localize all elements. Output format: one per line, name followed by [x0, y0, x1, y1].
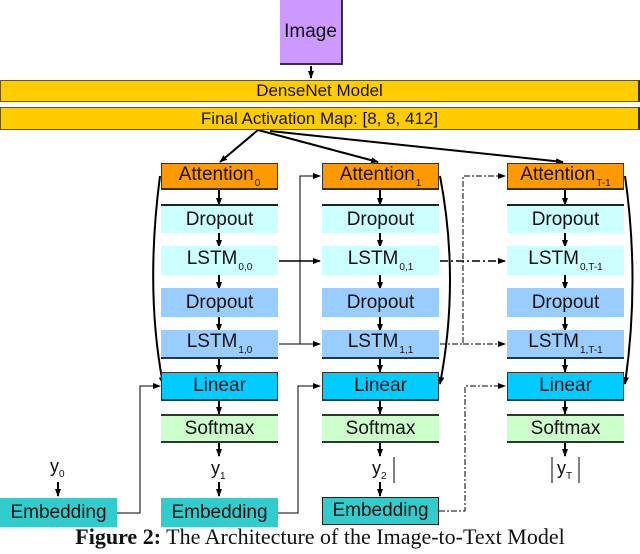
attention-t-to-linear-curve — [623, 175, 634, 385]
embedding-2-label: Embedding — [332, 500, 429, 521]
embedding-1-to-linear-1 — [277, 383, 321, 514]
lstm-1-t-box: LSTM1,T-1 — [507, 330, 624, 359]
softmax-1-label: Softmax — [345, 417, 416, 439]
lstm-1-0-box: LSTM1,0 — [161, 330, 278, 359]
linear-1-box: Linear — [322, 372, 439, 401]
dropout-0-0-box: Dropout — [161, 204, 278, 233]
linear-t-label: Linear — [539, 375, 592, 396]
densenet-model-bar: DenseNet Model — [0, 80, 640, 102]
softmax-0-box: Softmax — [161, 414, 278, 443]
lstm-0-0-label: LSTM0,0 — [186, 248, 253, 273]
densenet-model-label: DenseNet Model — [256, 81, 383, 100]
arrow-map-to-attention-1 — [257, 129, 379, 164]
dropout-1-0-label: Dropout — [185, 291, 254, 313]
lstm-0-1-label: LSTM0,1 — [347, 248, 414, 273]
softmax-0-label: Softmax — [184, 417, 255, 439]
lstm-1-t-label: LSTM1,T-1 — [528, 331, 603, 356]
dropout-1-1-label: Dropout — [346, 291, 415, 313]
dropout-0-1-box: Dropout — [322, 204, 439, 233]
lstm-1-0-to-attention-1 — [279, 173, 321, 345]
linear-t-box: Linear — [507, 372, 624, 401]
linear-0-label: Linear — [193, 375, 246, 396]
activation-map-label: Final Activation Map: [8, 8, 412] — [200, 108, 439, 128]
figure-caption-prefix: Figure 2: — [75, 524, 162, 549]
embedding-0-to-linear-0 — [117, 383, 161, 514]
attention-t-curve-left — [440, 176, 455, 384]
figure-caption-text: The Architecture of the Image-to-Text Mo… — [161, 524, 565, 549]
linear-1-label: Linear — [354, 375, 407, 396]
embedding-0-label: Embedding — [10, 501, 107, 523]
lstm-1-1-box: LSTM1,1 — [322, 330, 439, 359]
lstm-1-1-label: LSTM1,1 — [347, 331, 414, 356]
lstm-0-t-label: LSTM0,T-1 — [528, 248, 603, 273]
input-y0-label: y0 — [50, 456, 65, 480]
attention-t-label: AttentionT-1 — [520, 163, 611, 189]
lstm-0-0-box: LSTM0,0 — [161, 246, 278, 275]
embedding-0-box: Embedding — [0, 498, 117, 527]
dropout-0-t-label: Dropout — [531, 208, 600, 230]
lstm-0-t-box: LSTM0,T-1 — [507, 246, 624, 275]
activation-map-bar: Final Activation Map: [8, 8, 412] — [0, 107, 640, 130]
dropout-0-t-box: Dropout — [507, 204, 624, 233]
embedding-1-label: Embedding — [171, 501, 268, 523]
attention-1-label: Attention1 — [339, 163, 422, 189]
dropout-1-t-label: Dropout — [531, 291, 600, 313]
attention-t-box: AttentionT-1 — [507, 163, 624, 190]
embedding-2-box: Embedding — [322, 497, 439, 525]
attention-1-to-linear-curve — [438, 175, 451, 385]
dropout-1-0-box: Dropout — [161, 288, 278, 317]
lstm-1-0-label: LSTM1,0 — [186, 331, 253, 356]
dropout-1-1-box: Dropout — [322, 288, 439, 317]
arrow-map-to-attention-t — [269, 130, 564, 165]
image-input-box: Image — [280, 0, 343, 65]
image-input-label: Image — [284, 20, 337, 42]
softmax-t-label: Softmax — [530, 417, 601, 439]
dropout-1-t-box: Dropout — [507, 288, 624, 317]
lstm-0-1-box: LSTM0,1 — [322, 246, 439, 275]
output-y1-label: y1 — [211, 458, 226, 482]
attention-0-box: Attention0 — [161, 163, 278, 190]
arrow-map-to-attention-0 — [219, 129, 259, 163]
linear-0-box: Linear — [161, 372, 278, 401]
embedding-2-to-linear-t — [439, 383, 506, 512]
attention-0-label: Attention0 — [178, 163, 261, 189]
figure-caption: Figure 2: The Architecture of the Image-… — [0, 524, 640, 550]
softmax-1-box: Softmax — [322, 414, 439, 443]
attention-1-box: Attention1 — [322, 163, 439, 190]
dropout-0-1-label: Dropout — [346, 208, 415, 230]
output-yT-label: yT — [557, 458, 573, 482]
embedding-1-box: Embedding — [161, 498, 278, 527]
dropout-0-0-label: Dropout — [185, 208, 254, 230]
softmax-t-box: Softmax — [507, 414, 624, 443]
output-y2-label: y2 — [372, 458, 387, 482]
